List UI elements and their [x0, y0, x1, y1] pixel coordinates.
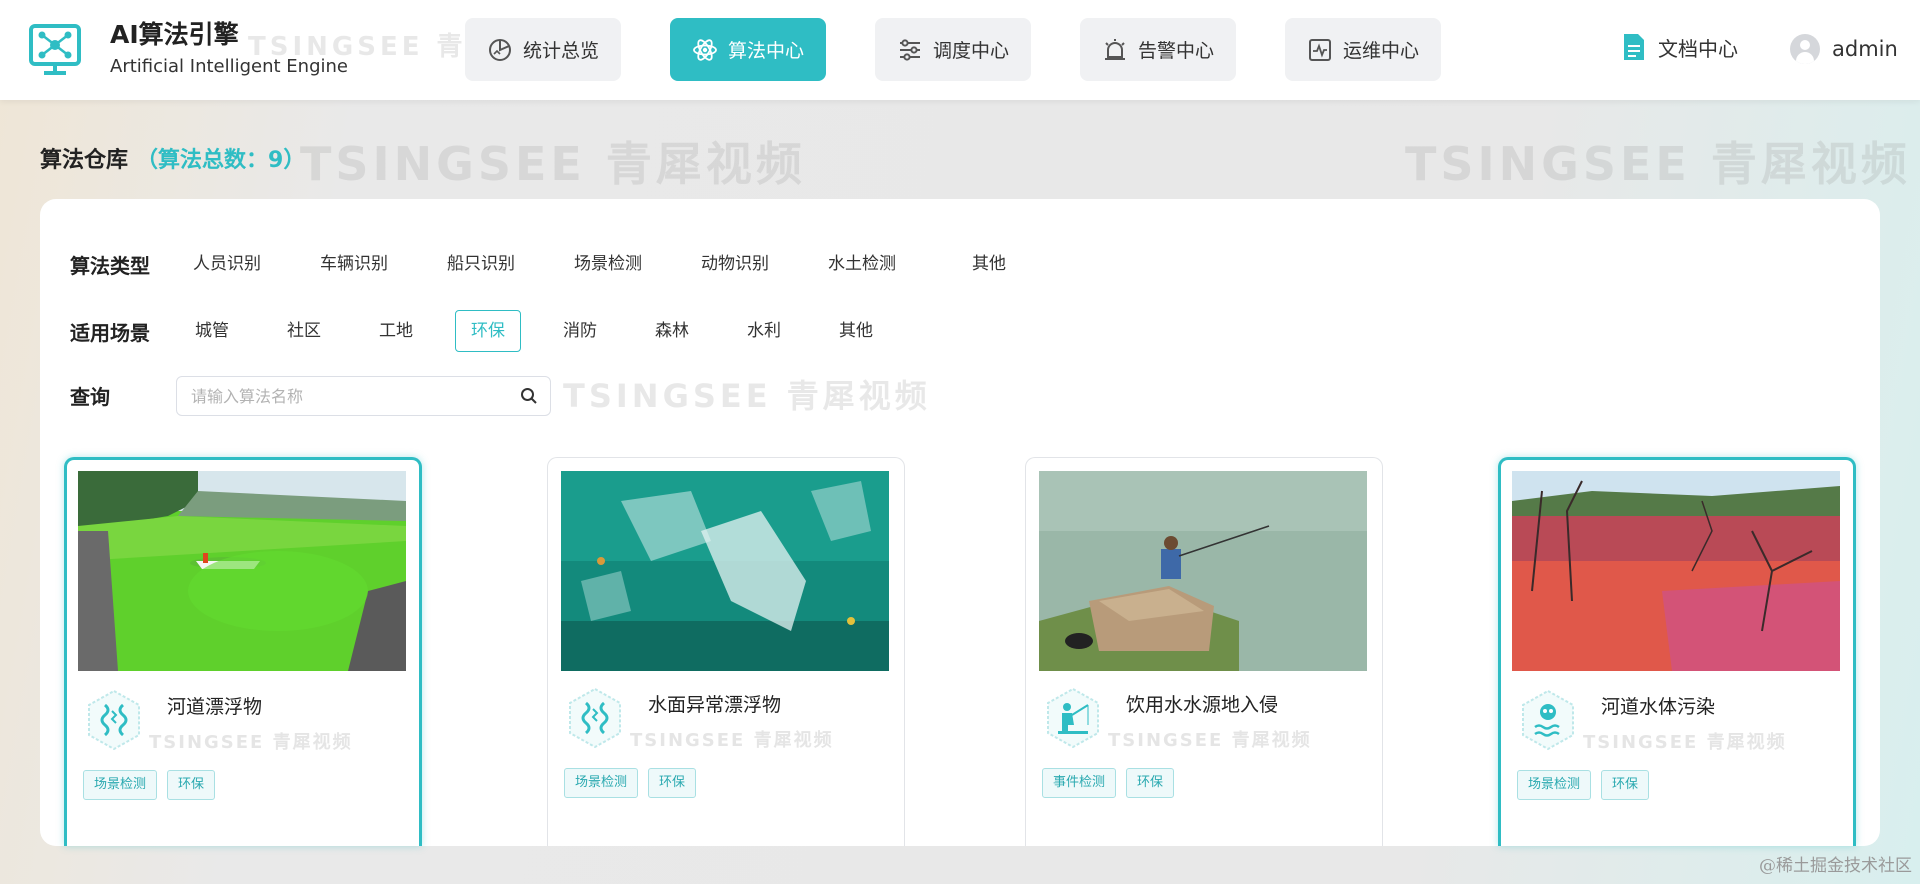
tag: 环保 [1126, 768, 1175, 798]
type-chip[interactable]: 车辆识别 [319, 243, 389, 285]
algorithm-panel: 算法类型 人员识别 车辆识别 船只识别 场景检测 动物识别 水土检测 其他 适用… [40, 199, 1880, 846]
query-row: 查询 [70, 377, 192, 417]
scene-chip[interactable]: 消防 [560, 310, 600, 352]
pollution-icon [1522, 689, 1574, 751]
filter-label: 算法类型 [70, 253, 150, 278]
card-tags: 场景检测 环保 [564, 768, 706, 798]
filter-label: 适用场景 [70, 320, 150, 345]
floating-debris-icon [88, 689, 140, 751]
alarm-siren-icon [1104, 38, 1125, 60]
watermark: TSINGSEE 青犀视频 [149, 732, 353, 753]
tag: 环保 [648, 768, 697, 798]
watermark: TSINGSEE 青犀视频 [1405, 137, 1911, 191]
algorithm-count: （算法总数：9） [136, 148, 306, 173]
algorithm-card[interactable]: 河道漂浮物 TSINGSEE 青犀视频 场景检测 环保 [64, 457, 422, 846]
app-title: AI算法引擎 [110, 20, 239, 49]
card-image-polluted-river [1512, 471, 1840, 671]
algorithm-card[interactable]: 饮用水水源地入侵 TSINGSEE 青犀视频 事件检测 环保 [1025, 457, 1383, 846]
ai-engine-logo-icon [29, 24, 81, 75]
tab-alarm-center[interactable]: 告警中心 [1080, 18, 1236, 81]
algorithm-card[interactable]: 河道水体污染 TSINGSEE 青犀视频 场景检测 环保 [1498, 457, 1856, 846]
tab-label: 算法中心 [727, 40, 804, 62]
floating-debris-icon [569, 687, 621, 749]
scene-chip[interactable]: 城管 [192, 310, 232, 352]
avatar [1790, 34, 1820, 64]
card-title: 河道水体污染 [1601, 696, 1716, 718]
search-input[interactable] [177, 377, 497, 415]
scene-chip[interactable]: 森林 [652, 310, 692, 352]
tab-statistics-overview[interactable]: 统计总览 [465, 18, 621, 81]
card-image-plastic-underwater [561, 471, 889, 671]
card-tags: 事件检测 环保 [1042, 768, 1184, 798]
app-subtitle: Artificial Intelligent Engine [110, 56, 348, 77]
watermark: TSINGSEE 青犀视频 [1108, 730, 1312, 751]
doc-center-label: 文档中心 [1658, 36, 1738, 61]
search-icon[interactable] [520, 387, 538, 405]
sliders-icon [899, 38, 920, 61]
monitor-pulse-icon [1308, 38, 1331, 61]
card-image-green-river [78, 471, 406, 671]
scene-filter: 适用场景 城管 社区 工地 环保 消防 森林 水利 其他 [70, 310, 876, 352]
scene-chip[interactable]: 水利 [744, 310, 784, 352]
watermark: TSINGSEE 青犀视频 [1583, 732, 1787, 753]
card-title: 河道漂浮物 [167, 696, 263, 718]
tab-scheduling-center[interactable]: 调度中心 [875, 18, 1031, 81]
tab-operations-center[interactable]: 运维中心 [1285, 18, 1441, 81]
tab-label: 运维中心 [1342, 40, 1419, 62]
atom-icon [693, 38, 717, 61]
user-menu[interactable]: admin [1790, 34, 1898, 64]
search-box [176, 376, 551, 416]
type-chip[interactable]: 人员识别 [192, 243, 262, 285]
tag: 场景检测 [1517, 770, 1592, 800]
card-tags: 场景检测 环保 [1517, 770, 1659, 800]
card-tags: 场景检测 环保 [83, 770, 225, 800]
tag: 场景检测 [564, 768, 639, 798]
type-chip[interactable]: 水土检测 [827, 243, 897, 285]
brand[interactable]: AI算法引擎 Artificial Intelligent Engine [28, 20, 348, 78]
tag: 场景检测 [83, 770, 158, 800]
document-icon [1624, 34, 1644, 60]
page-title: 算法仓库 （算法总数：9） [40, 142, 305, 174]
doc-center-link[interactable]: 文档中心 [1622, 32, 1738, 62]
tag: 环保 [167, 770, 216, 800]
scene-chip-active[interactable]: 环保 [455, 310, 521, 352]
card-image-fisherman [1039, 471, 1367, 671]
tab-algorithm-center[interactable]: 算法中心 [670, 18, 826, 81]
tag: 事件检测 [1042, 768, 1117, 798]
algorithm-card[interactable]: 水面异常漂浮物 TSINGSEE 青犀视频 场景检测 环保 [547, 457, 905, 846]
username: admin [1832, 37, 1898, 61]
watermark: TSINGSEE 青犀视频 [563, 377, 931, 415]
card-title: 饮用水水源地入侵 [1126, 694, 1279, 716]
pie-chart-icon [488, 38, 511, 61]
type-chip[interactable]: 动物识别 [700, 243, 770, 285]
filter-label: 查询 [70, 385, 110, 409]
type-chip[interactable]: 场景检测 [573, 243, 643, 285]
tab-label: 调度中心 [932, 40, 1009, 62]
algorithm-type-filter: 算法类型 人员识别 车辆识别 船只识别 场景检测 动物识别 水土检测 其他 [70, 243, 1009, 285]
footer-credit: @稀土掘金技术社区 [1759, 856, 1912, 876]
type-chip[interactable]: 船只识别 [446, 243, 516, 285]
scene-chip[interactable]: 其他 [836, 310, 876, 352]
card-title: 水面异常漂浮物 [648, 694, 782, 716]
scene-chip[interactable]: 社区 [284, 310, 324, 352]
page-title-text: 算法仓库 [40, 148, 129, 173]
tab-label: 统计总览 [522, 40, 599, 62]
watermark: TSINGSEE 青犀视频 [300, 137, 806, 191]
watermark: TSINGSEE 青犀视频 [630, 730, 834, 751]
type-chip[interactable]: 其他 [969, 243, 1009, 285]
tag: 环保 [1601, 770, 1650, 800]
top-header: AI算法引擎 Artificial Intelligent Engine TSI… [0, 0, 1920, 100]
tab-label: 告警中心 [1137, 40, 1214, 62]
scene-chip[interactable]: 工地 [376, 310, 416, 352]
fishing-icon [1047, 687, 1099, 749]
